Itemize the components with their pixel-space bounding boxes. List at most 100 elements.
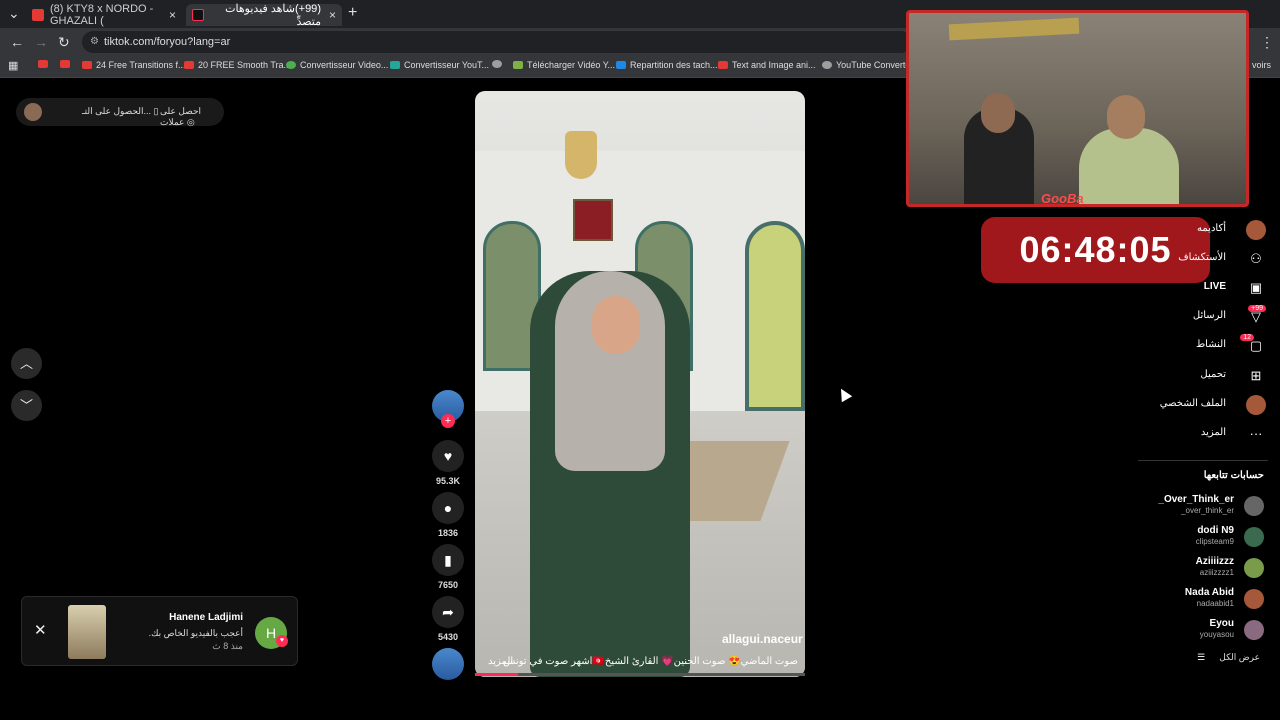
profile-icon — [1246, 395, 1266, 415]
youtube-icon — [82, 61, 92, 69]
download-icon — [513, 61, 523, 69]
avatar — [1244, 589, 1264, 609]
close-tab-icon[interactable]: × — [329, 8, 336, 22]
globe-icon — [822, 61, 832, 69]
like-notification: ✕ Hanene Ladjimi أعجب بالفيديو الخاص بك.… — [21, 596, 298, 666]
video-username[interactable]: allagui.naceur — [722, 632, 803, 646]
nav-item[interactable]: أكاديمه — [1116, 220, 1266, 240]
apps-grid-icon[interactable]: ▦ — [8, 59, 18, 72]
url-field[interactable]: ⚙ tiktok.com/foryou?lang=ar — [82, 31, 912, 53]
save-button[interactable]: ▮ — [432, 544, 464, 576]
nav-label: النشاط — [1195, 339, 1226, 350]
url-text: tiktok.com/foryou?lang=ar — [104, 36, 231, 48]
video-progress-bar[interactable] — [475, 673, 805, 676]
globe-icon — [492, 60, 502, 68]
nav-item[interactable]: LIVE ▣ — [1116, 278, 1266, 298]
following-account[interactable]: _Over_Think_er _over_think_er — [1124, 494, 1264, 518]
follow-plus-icon[interactable]: + — [441, 414, 455, 428]
bookmark[interactable]: voirs — [1252, 60, 1271, 70]
account-handle: _over_think_er — [1181, 506, 1234, 515]
list-icon: ☰ — [1197, 652, 1206, 662]
bookmark[interactable] — [38, 60, 52, 68]
youtube-icon — [184, 61, 194, 69]
close-tab-icon[interactable]: × — [169, 8, 176, 22]
bookmark-label: 20 FREE Smooth Tra... — [198, 60, 292, 70]
like-count: 95.3K — [435, 476, 461, 486]
bookmark[interactable]: Télécharger Vidéo Y... — [513, 60, 615, 70]
following-account[interactable]: dodi N9 clipsteam9 — [1124, 525, 1264, 549]
nav-label: الأستكشاف — [1178, 252, 1226, 263]
bookmark-label: Télécharger Vidéo Y... — [527, 60, 616, 70]
nav-label: الرسائل — [1192, 310, 1226, 321]
bookmark-label: Convertisseur Video... — [300, 60, 389, 70]
bookmark[interactable]: Convertisseur Video... — [286, 60, 388, 70]
share-count: 5430 — [437, 632, 459, 642]
heart-icon: ♥ — [443, 448, 453, 464]
tab-list-chevron-icon[interactable]: ⌄ — [8, 5, 20, 22]
account-name: _Over_Think_er — [1158, 494, 1234, 505]
tab-label: (99+)شاهد فيديوهات متصدِّ — [225, 3, 321, 28]
account-name: Aziiiizzz — [1195, 556, 1234, 567]
next-video-button[interactable]: ﹀ — [11, 390, 42, 421]
bookmark[interactable]: YouTube Converter — [822, 60, 913, 70]
site-info-icon[interactable]: ⚙ — [90, 31, 99, 53]
get-coins-button[interactable]: احصل على عملات ◎ — [160, 106, 224, 128]
nav-item[interactable]: الأستكشاف ⚇ — [1116, 249, 1266, 269]
live-icon: ▣ — [1249, 280, 1263, 295]
notification-time: منذ 8 ث — [212, 641, 243, 651]
share-button[interactable]: ➦ — [432, 596, 464, 628]
divider — [1138, 460, 1268, 461]
bookmark[interactable]: Text and Image ani... — [718, 60, 816, 70]
nav-item[interactable]: الملف الشخصي — [1116, 395, 1266, 415]
youtube-icon — [60, 60, 70, 68]
tab-youtube[interactable]: (8) KTY8 x NORDO - GHAZALI ( × — [26, 3, 182, 27]
like-button[interactable]: ♥ — [432, 440, 464, 472]
avatar — [1244, 620, 1264, 640]
bookmark-label: voirs — [1252, 60, 1272, 70]
get-app-button[interactable]: الحصول على التـ... ▯ — [82, 106, 158, 117]
following-account[interactable]: Aziiiizzz aziiizzzz1 — [1124, 556, 1264, 580]
notification-thumbnail[interactable] — [68, 605, 106, 659]
notification-message: أعجب بالفيديو الخاص بك. — [148, 628, 243, 638]
browser-menu-icon[interactable]: ⋮ — [1260, 34, 1274, 51]
bookmark[interactable]: 20 FREE Smooth Tra... — [184, 60, 291, 70]
avatar — [1244, 496, 1264, 516]
following-account[interactable]: Eyou youyasou — [1124, 618, 1264, 642]
previous-video-button[interactable]: ︿ — [11, 348, 42, 379]
video-scene — [573, 199, 613, 241]
bookmark[interactable] — [60, 60, 74, 68]
bookmark[interactable]: Convertisseur YouT... — [390, 60, 489, 70]
comment-count: 1836 — [437, 528, 459, 538]
bookmark-label: Repartition des tach... — [630, 60, 718, 70]
google-icon — [286, 61, 296, 69]
tab-tiktok[interactable]: (99+)شاهد فيديوهات متصدِّ × — [186, 3, 342, 28]
video-player[interactable] — [475, 91, 805, 677]
see-all-button[interactable]: عرض الكل ☰ — [1197, 652, 1260, 663]
bookmark-label: YouTube Converter — [836, 60, 914, 70]
following-account[interactable]: Nada Abid nadaabid1 — [1124, 587, 1264, 611]
sound-disc[interactable] — [432, 648, 464, 680]
bookmark[interactable]: Repartition des tach... — [616, 60, 718, 70]
avatar[interactable] — [24, 103, 42, 121]
video-scene — [565, 131, 597, 179]
comment-button[interactable]: ● — [432, 492, 464, 524]
account-handle: youyasou — [1199, 630, 1234, 639]
nav-item[interactable]: تحميل ⊞ — [1116, 366, 1266, 386]
bookmark[interactable] — [492, 60, 506, 68]
video-scene — [745, 221, 805, 411]
nav-item[interactable]: النشاط ▢ 12 — [1116, 334, 1266, 356]
youtube-icon — [38, 60, 48, 68]
share-icon: ➦ — [442, 604, 454, 620]
forward-icon[interactable]: → — [34, 34, 48, 50]
bookmark-label: Text and Image ani... — [732, 60, 816, 70]
back-icon[interactable]: ← — [10, 34, 24, 50]
nav-item[interactable]: المزيد ··· — [1116, 424, 1266, 444]
reload-icon[interactable]: ↻ — [58, 34, 70, 51]
new-tab-icon[interactable]: + — [348, 4, 357, 22]
bookmark-icon: ▮ — [444, 552, 452, 568]
nav-item[interactable]: الرسائل ▽ +99 — [1116, 305, 1266, 327]
close-icon[interactable]: ✕ — [34, 621, 47, 639]
bookmark[interactable]: 24 Free Transitions f... — [82, 60, 186, 70]
get-coins-label: احصل على عملات — [160, 106, 202, 127]
tiktok-icon — [192, 9, 204, 21]
